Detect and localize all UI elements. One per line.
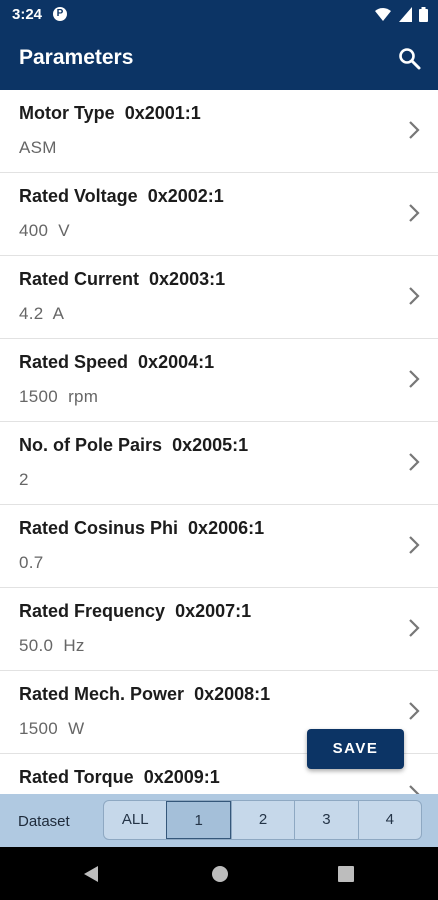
app-notification-icon: P xyxy=(53,7,67,21)
parameter-value: 2 xyxy=(19,470,29,489)
parameter-value: 50.0 Hz xyxy=(19,636,85,655)
status-time: 3:24 xyxy=(12,6,43,23)
list-item[interactable]: Rated Speed 0x2004:1 1500 rpm xyxy=(0,339,438,422)
dataset-label: Dataset xyxy=(18,813,70,830)
dataset-selector: ALL 1 2 3 4 xyxy=(103,800,422,840)
status-icons xyxy=(372,7,428,23)
dataset-option-3[interactable]: 3 xyxy=(294,801,357,839)
dataset-option-2[interactable]: 2 xyxy=(230,801,294,839)
home-icon[interactable] xyxy=(210,864,230,884)
list-item[interactable]: No. of Pole Pairs 0x2005:1 2 xyxy=(0,422,438,505)
recents-icon[interactable] xyxy=(337,864,355,884)
parameter-title: No. of Pole Pairs 0x2005:1 xyxy=(19,435,249,455)
signal-icon xyxy=(398,7,412,22)
wifi-icon xyxy=(375,8,392,21)
chevron-right-icon xyxy=(409,785,420,794)
page-title: Parameters xyxy=(19,46,134,69)
chevron-right-icon xyxy=(409,370,420,388)
search-button[interactable] xyxy=(396,45,424,73)
system-nav-bar xyxy=(0,847,438,900)
dataset-option-4[interactable]: 4 xyxy=(357,801,421,839)
list-item[interactable]: Rated Cosinus Phi 0x2006:1 0.7 xyxy=(0,505,438,588)
battery-icon xyxy=(419,7,428,22)
list-item[interactable]: Rated Voltage 0x2002:1 400 V xyxy=(0,173,438,256)
chevron-right-icon xyxy=(409,702,420,720)
dataset-option-1[interactable]: 1 xyxy=(166,801,231,839)
parameter-title: Rated Torque 0x2009:1 xyxy=(19,767,220,787)
back-icon[interactable] xyxy=(82,864,100,884)
list-item[interactable]: Rated Current 0x2003:1 4.2 A xyxy=(0,256,438,339)
save-button[interactable]: SAVE xyxy=(307,729,404,769)
parameter-value: 4.2 A xyxy=(19,304,65,323)
chevron-right-icon xyxy=(409,287,420,305)
parameter-title: Rated Cosinus Phi 0x2006:1 xyxy=(19,518,265,538)
parameter-title: Rated Voltage 0x2002:1 xyxy=(19,186,224,206)
search-icon xyxy=(399,48,421,70)
parameter-title: Motor Type 0x2001:1 xyxy=(19,103,201,123)
parameter-title: Rated Mech. Power 0x2008:1 xyxy=(19,684,271,704)
parameter-title: Rated Current 0x2003:1 xyxy=(19,269,226,289)
parameter-list[interactable]: Motor Type 0x2001:1 ASM Rated Voltage 0x… xyxy=(0,90,438,794)
parameter-value: 1500 rpm xyxy=(19,387,99,406)
dataset-option-all[interactable]: ALL xyxy=(104,801,166,839)
chevron-right-icon xyxy=(409,453,420,471)
dataset-bar: Dataset ALL 1 2 3 4 xyxy=(0,794,438,847)
status-bar: 3:24 P xyxy=(0,0,438,30)
parameter-value: 0.7 xyxy=(19,553,44,572)
chevron-right-icon xyxy=(409,619,420,637)
parameter-value: 1500 W xyxy=(19,719,85,738)
app-bar: Parameters xyxy=(0,30,438,90)
list-item[interactable]: Rated Frequency 0x2007:1 50.0 Hz xyxy=(0,588,438,671)
chevron-right-icon xyxy=(409,536,420,554)
chevron-right-icon xyxy=(409,121,420,139)
parameter-title: Rated Frequency 0x2007:1 xyxy=(19,601,252,621)
parameter-title: Rated Speed 0x2004:1 xyxy=(19,352,215,372)
chevron-right-icon xyxy=(409,204,420,222)
parameter-value: ASM xyxy=(19,138,57,157)
parameter-value: 400 V xyxy=(19,221,70,240)
list-item[interactable]: Motor Type 0x2001:1 ASM xyxy=(0,90,438,173)
